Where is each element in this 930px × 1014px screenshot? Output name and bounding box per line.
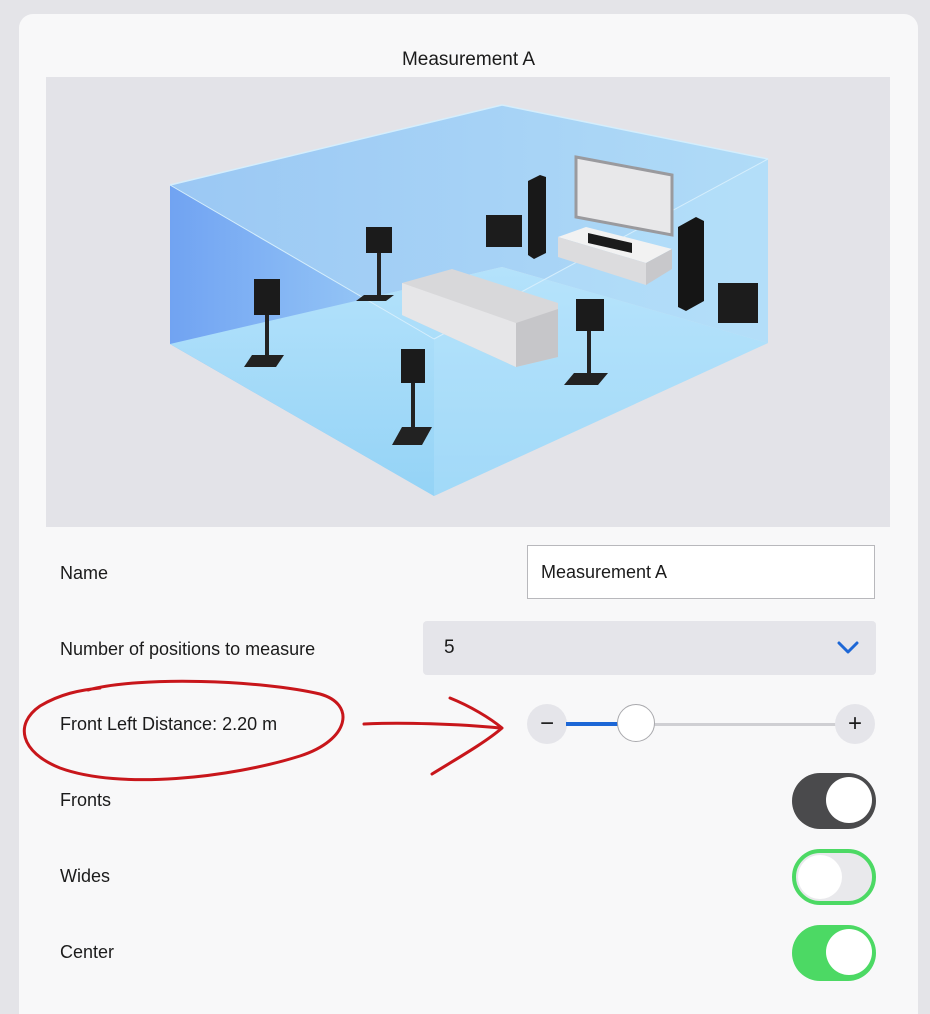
- toggle-knob: [798, 855, 842, 899]
- positions-select-value: 5: [444, 637, 455, 658]
- increase-distance-button[interactable]: +: [835, 704, 875, 744]
- fronts-toggle[interactable]: [792, 773, 876, 829]
- wides-label: Wides: [60, 866, 111, 886]
- center-toggle[interactable]: [792, 925, 876, 981]
- distance-slider-thumb[interactable]: [617, 704, 656, 742]
- positions-label: Number of positions to measure: [60, 639, 316, 659]
- toggle-knob: [826, 777, 872, 823]
- chevron-down-icon: [837, 639, 859, 660]
- fronts-label: Fronts: [60, 790, 112, 810]
- positions-select[interactable]: 5: [423, 621, 876, 675]
- measurement-card: Measurement A Name Measurement A Number …: [19, 14, 918, 1014]
- front-left-distance-label: Front Left Distance: 2.20 m: [60, 714, 278, 734]
- page-title: Measurement A: [401, 49, 536, 70]
- decrease-distance-button[interactable]: −: [527, 704, 567, 744]
- room-illustration: [46, 77, 890, 527]
- home-theater-room-icon: [169, 104, 769, 496]
- name-input[interactable]: [527, 545, 875, 599]
- center-label: Center: [60, 942, 115, 962]
- distance-slider[interactable]: [566, 704, 837, 742]
- toggle-knob: [826, 929, 872, 975]
- name-label: Name: [60, 563, 109, 583]
- wides-toggle[interactable]: [792, 849, 876, 905]
